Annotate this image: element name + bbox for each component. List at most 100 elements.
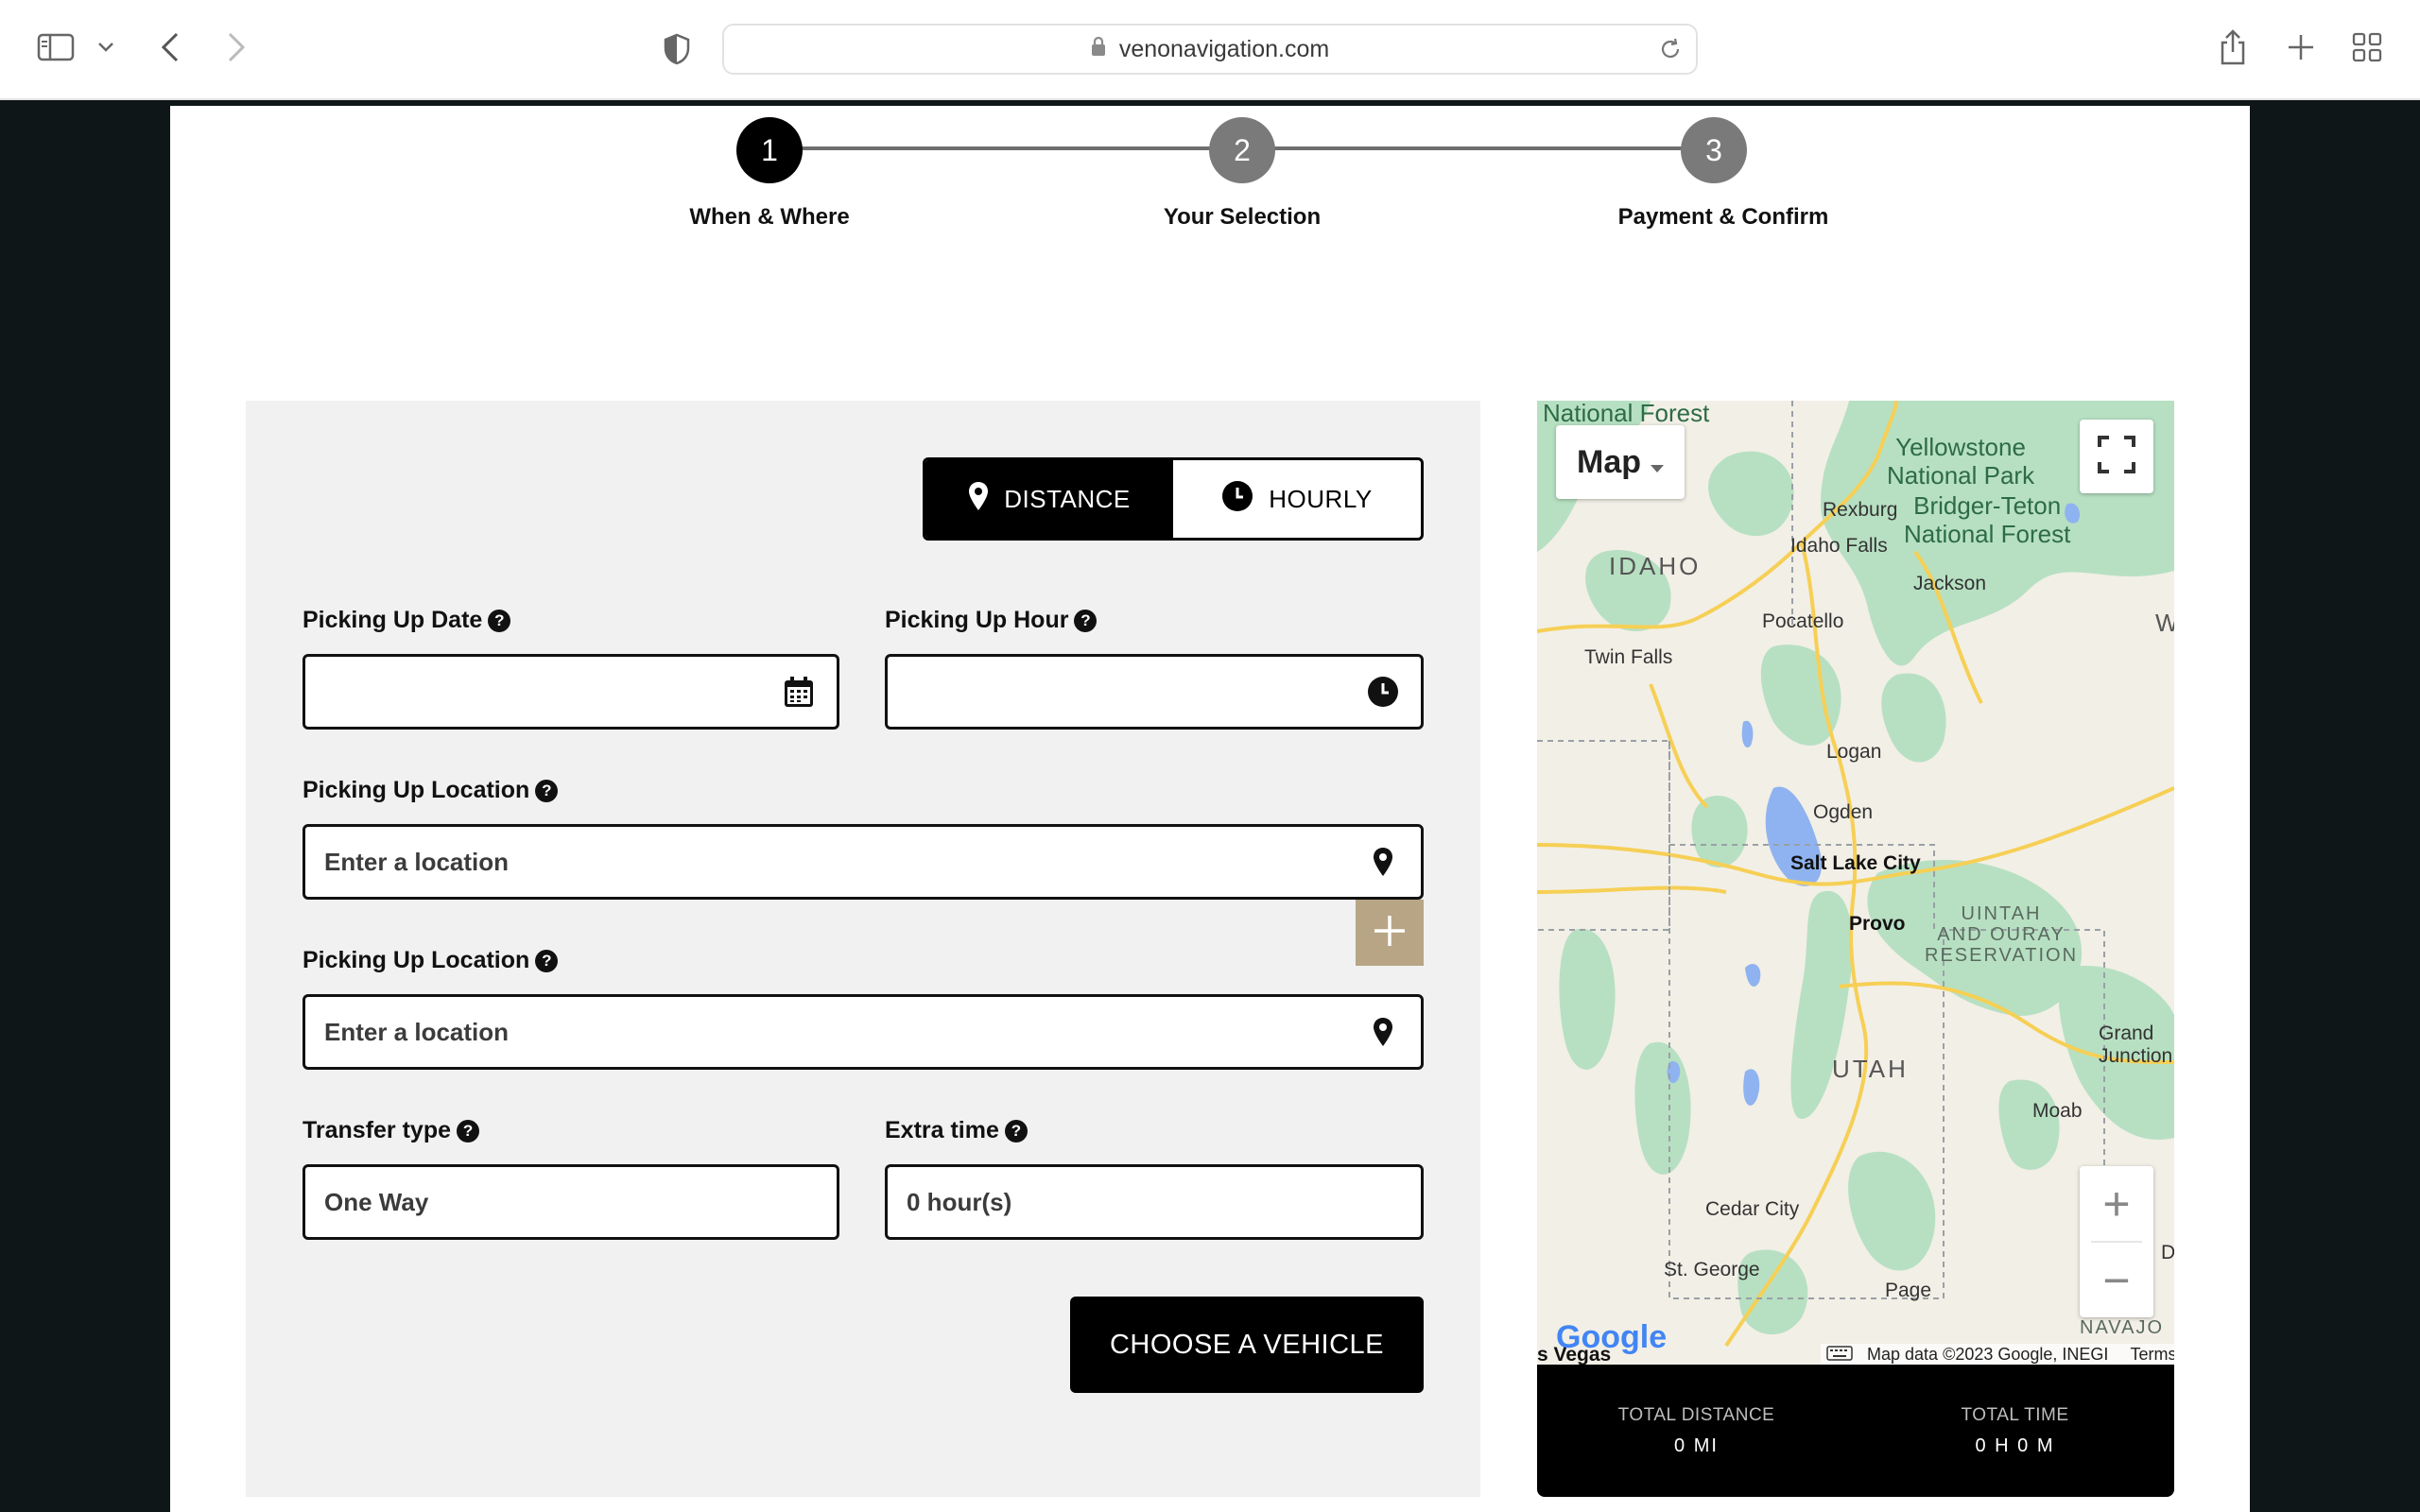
keyboard-icon[interactable] [1826, 1346, 1853, 1365]
step-3-label: Payment & Confirm [1617, 204, 1829, 230]
stepper-line [1274, 146, 1683, 150]
map-label: IDAHO [1609, 552, 1701, 581]
route-totals: TOTAL DISTANCE 0 MI TOTAL TIME 0 H 0 M [1537, 1365, 2174, 1497]
map-label-text: Ogden [1813, 801, 1874, 823]
map-label-text: W [2155, 609, 2174, 637]
zoom-in-button[interactable]: + [2080, 1166, 2153, 1241]
hourly-label: HOURLY [1269, 484, 1373, 513]
extra-time-label-text: Extra time [885, 1117, 999, 1143]
map-label-text: D [2161, 1242, 2174, 1263]
location-pin-icon[interactable] [1364, 843, 1402, 881]
extra-time-select[interactable]: 0 hour(s) [885, 1164, 1424, 1240]
map-label: W [2155, 609, 2174, 638]
map-label: St. George [1664, 1259, 1760, 1281]
map-label-text: Pocatello [1762, 610, 1844, 632]
step-3-circle[interactable]: 3 [1681, 117, 1747, 183]
fullscreen-button[interactable] [2080, 420, 2153, 493]
transfer-type-select[interactable]: One Way [302, 1164, 839, 1240]
shield-icon[interactable] [658, 30, 696, 68]
pickup-location-input[interactable]: Enter a location [302, 824, 1424, 900]
caret-down-icon [1651, 444, 1664, 481]
map-label: Yellowstone National Park [1887, 433, 2034, 490]
map-label-text: Salt Lake City [1790, 852, 1921, 874]
lock-icon [1091, 36, 1106, 63]
location-pin-icon [968, 481, 989, 518]
help-icon[interactable]: ? [1074, 609, 1098, 632]
share-icon[interactable] [2214, 26, 2252, 68]
extra-time-value: 0 hour(s) [907, 1187, 1012, 1216]
map-label-text: Twin Falls [1584, 646, 1673, 668]
map-label: Twin Falls [1584, 646, 1672, 669]
help-icon[interactable]: ? [1004, 1119, 1028, 1143]
step-2-label: Your Selection [1163, 204, 1322, 230]
transfer-type-label: Transfer type ? [302, 1117, 480, 1144]
map-label: Bridger-Teton National Forest [1904, 491, 2070, 548]
map-label-text: Logan [1826, 741, 1882, 763]
pickup-hour-label: Picking Up Hour ? [885, 607, 1098, 634]
reload-icon[interactable] [1658, 37, 1683, 68]
add-location-button[interactable] [1356, 900, 1424, 966]
dropoff-location-label-text: Picking Up Location [302, 947, 530, 973]
mode-toggle: DISTANCE HOURLY [923, 457, 1424, 541]
map-label-text: IDAHO [1609, 552, 1702, 580]
pickup-location-label: Picking Up Location ? [302, 777, 559, 804]
help-icon[interactable]: ? [535, 949, 559, 972]
map-label: Grand Junction [2099, 1022, 2172, 1068]
map-label-text: Idaho Falls [1790, 535, 1888, 557]
map-label: Moab [2032, 1100, 2083, 1123]
pickup-location-label-text: Picking Up Location [302, 777, 530, 803]
location-pin-icon[interactable] [1364, 1013, 1402, 1051]
map-label-text: National Forest [1543, 401, 1710, 427]
pickup-date-input[interactable] [302, 654, 839, 730]
back-icon[interactable] [151, 28, 189, 66]
help-icon[interactable]: ? [535, 779, 559, 802]
distance-toggle-button[interactable]: DISTANCE [925, 460, 1173, 538]
calendar-icon[interactable] [780, 673, 818, 711]
dropoff-location-label: Picking Up Location ? [302, 947, 559, 974]
help-icon[interactable]: ? [488, 609, 511, 632]
map-label: Ogden [1813, 801, 1873, 824]
map-label: Idaho Falls [1790, 535, 1888, 558]
map-label: UINTAH AND OURAY RESERVATION [1925, 903, 2078, 966]
map-label-text: Rexburg [1823, 499, 1898, 521]
map-label-text: Grand Junction [2099, 1022, 2173, 1067]
zoom-controls: + − [2080, 1166, 2153, 1317]
hourly-toggle-button[interactable]: HOURLY [1173, 460, 1421, 538]
forward-icon[interactable] [217, 28, 255, 66]
tab-overview-icon[interactable] [2348, 28, 2386, 66]
step-number: 2 [1234, 132, 1251, 167]
map-label: National Forest [1543, 401, 1709, 427]
new-tab-icon[interactable] [2282, 28, 2320, 66]
sidebar-toggle-icon[interactable] [34, 30, 78, 64]
step-number: 1 [761, 132, 778, 167]
terms-link[interactable]: Terms [2130, 1345, 2174, 1364]
step-number: 3 [1705, 132, 1722, 167]
map-label: Salt Lake City [1790, 852, 1921, 875]
help-icon[interactable]: ? [457, 1119, 480, 1143]
map-label-text: Moab [2032, 1100, 2083, 1122]
address-bar[interactable]: venonavigation.com [722, 24, 1698, 75]
map-type-button[interactable]: Map [1556, 425, 1685, 499]
step-1-circle[interactable]: 1 [736, 117, 803, 183]
pickup-location-placeholder: Enter a location [324, 847, 510, 876]
google-logo-text: Google [1556, 1319, 1668, 1355]
total-time-value: 0 H 0 M [1975, 1435, 2055, 1456]
map-label: Rexburg [1823, 499, 1897, 522]
route-map[interactable]: National Forest Yellowstone National Par… [1537, 401, 2174, 1365]
pickup-hour-input[interactable] [885, 654, 1424, 730]
choose-vehicle-button[interactable]: CHOOSE A VEHICLE [1070, 1297, 1424, 1393]
clock-icon[interactable] [1364, 673, 1402, 711]
transfer-type-label-text: Transfer type [302, 1117, 452, 1143]
clock-icon [1221, 480, 1253, 519]
dropoff-location-input[interactable]: Enter a location [302, 994, 1424, 1070]
chevron-down-icon[interactable] [93, 36, 119, 59]
pickup-date-label: Picking Up Date ? [302, 607, 511, 634]
step-2-circle[interactable]: 2 [1209, 117, 1275, 183]
zoom-out-button[interactable]: − [2080, 1243, 2153, 1317]
map-label-text: UTAH [1832, 1055, 1909, 1083]
total-distance-label: TOTAL DISTANCE [1617, 1404, 1775, 1425]
pickup-date-label-text: Picking Up Date [302, 607, 483, 633]
map-label: NAVAJO [2080, 1317, 2164, 1338]
map-label: Jackson [1913, 573, 1986, 595]
map-label-text: NAVAJO [2080, 1317, 2165, 1338]
